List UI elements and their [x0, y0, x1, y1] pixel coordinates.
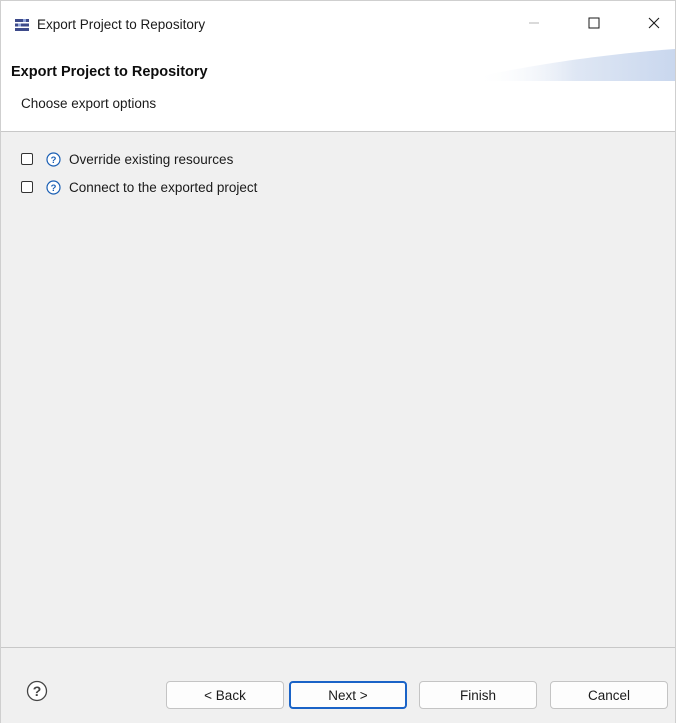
finish-button[interactable]: Finish: [419, 681, 537, 709]
maximize-icon: [588, 17, 600, 29]
next-button[interactable]: Next >: [289, 681, 407, 709]
svg-text:?: ?: [51, 155, 57, 166]
wizard-header: Export Project to Repository Choose expo…: [1, 47, 675, 131]
wizard-subtitle: Choose export options: [21, 96, 157, 111]
button-bar: ? < Back Next > Finish Cancel: [1, 648, 675, 723]
cancel-button[interactable]: Cancel: [550, 681, 668, 709]
eclipse-wizard-icon: [15, 19, 29, 31]
options-panel: ? Override existing resources ? Connect …: [1, 132, 675, 647]
svg-text:?: ?: [51, 183, 57, 194]
back-button[interactable]: < Back: [166, 681, 284, 709]
help-icon[interactable]: ?: [46, 179, 61, 195]
svg-text:?: ?: [33, 683, 42, 699]
override-checkbox[interactable]: [21, 153, 33, 165]
help-icon[interactable]: ?: [26, 680, 48, 702]
minimize-button[interactable]: [511, 1, 557, 45]
maximize-button[interactable]: [571, 1, 617, 45]
window-title: Export Project to Repository: [37, 17, 206, 32]
title-bar[interactable]: Export Project to Repository: [1, 1, 675, 47]
help-icon[interactable]: ?: [46, 151, 61, 167]
connect-checkbox[interactable]: [21, 181, 33, 193]
wizard-title: Export Project to Repository: [11, 64, 208, 80]
close-button[interactable]: [631, 1, 676, 45]
option-override-row[interactable]: ? Override existing resources: [21, 150, 233, 168]
connect-label: Connect to the exported project: [69, 179, 258, 195]
export-wizard-dialog: Export Project to Repository Export Proj…: [0, 0, 676, 723]
banner-graphic: [475, 49, 675, 81]
close-icon: [648, 17, 660, 29]
minimize-icon: [529, 22, 539, 24]
option-connect-row[interactable]: ? Connect to the exported project: [21, 178, 257, 196]
override-label: Override existing resources: [69, 151, 234, 167]
